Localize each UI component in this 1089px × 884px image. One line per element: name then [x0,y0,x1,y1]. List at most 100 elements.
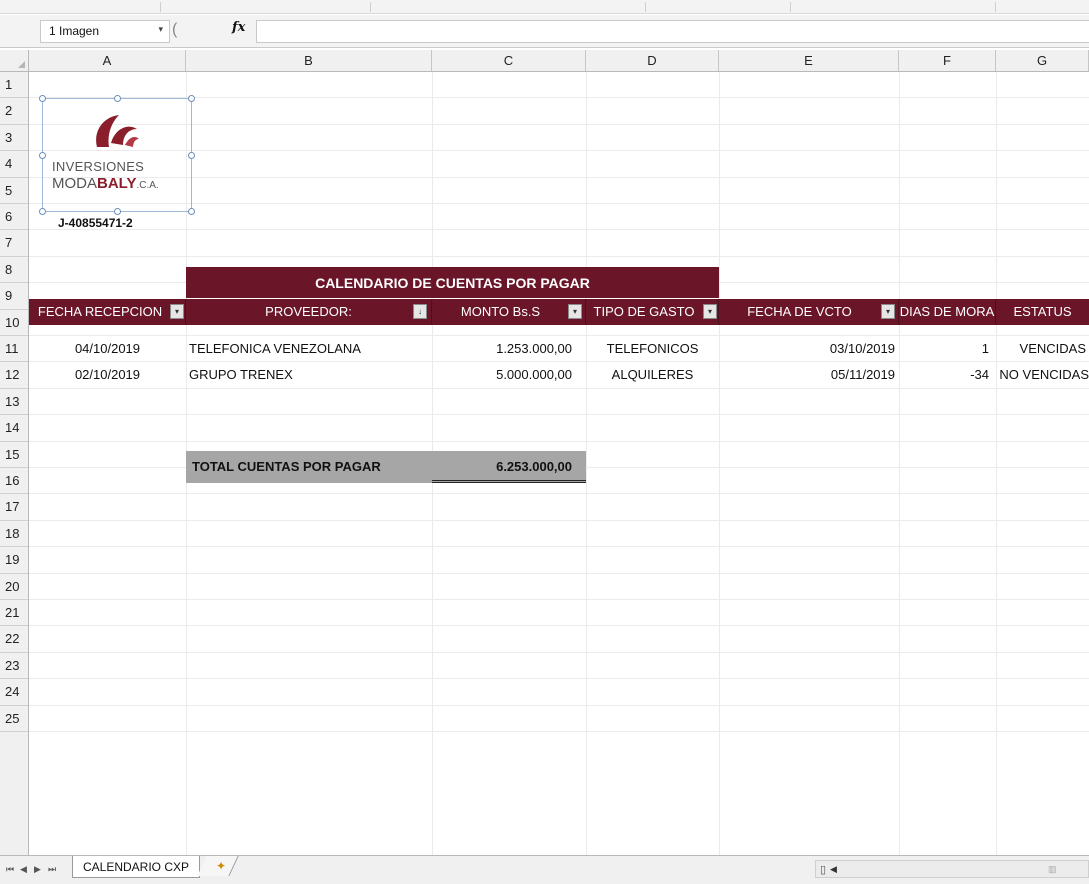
gridline-col [996,72,997,855]
row-header-9[interactable]: 9 [0,283,28,310]
formula-input[interactable] [256,20,1089,43]
cell-f10[interactable]: -34 [899,363,989,387]
row-header-22[interactable]: 22 [0,626,28,653]
row-header-3[interactable]: 3 [0,125,28,152]
row-header-21[interactable]: 21 [0,600,28,627]
sheet-tab-calendario-cxp[interactable]: CALENDARIO CXP [72,856,201,878]
cell-d10[interactable]: ALQUILERES [586,363,719,387]
next-sheet-icon[interactable]: ▶ [34,864,41,875]
resize-handle-ne[interactable] [188,95,195,102]
header-tipo-gasto[interactable]: TIPO DE GASTO ▾ [586,299,719,325]
total-value-cell[interactable]: 6.253.000,00 [432,451,586,483]
header-label: FECHA DE VCTO [747,304,852,319]
row-header-6[interactable]: 6 [0,204,28,231]
scroll-left-icon[interactable]: ◀ [830,864,837,875]
name-box[interactable]: 1 Imagen ▾ [40,20,170,43]
gridline-col [586,72,587,855]
column-header-f[interactable]: F [899,50,996,71]
table-title-banner[interactable]: CALENDARIO DE CUENTAS POR PAGAR [186,267,719,298]
cell-b9[interactable]: TELEFONICA VENEZOLANA [189,337,432,361]
cell-c9[interactable]: 1.253.000,00 [432,337,572,361]
gridline-row [29,493,1089,495]
first-sheet-icon[interactable]: ⏮ [6,864,14,875]
filter-dropdown-icon[interactable]: ▾ [568,304,582,319]
row-header-13[interactable]: 13 [0,389,28,416]
horizontal-scrollbar[interactable]: ▯ ◀ ▥ [815,860,1089,878]
row-header-25[interactable]: 25 [0,706,28,732]
gridline-row [29,414,1089,416]
filter-dropdown-icon[interactable]: ▾ [881,304,895,319]
resize-handle-e[interactable] [188,152,195,159]
gridline-col [719,72,720,855]
gridline-row [29,255,1089,257]
cell-a9[interactable]: 04/10/2019 [29,337,186,361]
column-header-g[interactable]: G [996,50,1089,71]
filter-dropdown-icon[interactable]: ▾ [703,304,717,319]
row-header-11[interactable]: 11 [0,336,28,363]
filter-dropdown-icon[interactable]: ▾ [170,304,184,319]
cell-f9[interactable]: 1 [899,337,989,361]
gridline-row [29,387,1089,389]
split-handle-icon[interactable]: ▯ [820,863,826,876]
header-label: TIPO DE GASTO [593,304,695,319]
row-header-19[interactable]: 19 [0,547,28,574]
cell-g10[interactable]: NO VENCIDAS [986,363,1089,387]
row-header-16[interactable]: 16 [0,468,28,495]
gridline-row [29,678,1089,680]
row-header-8[interactable]: 8 [0,257,28,284]
header-estatus[interactable]: ESTATUS [996,299,1089,325]
last-sheet-icon[interactable]: ⏭ [48,864,56,875]
resize-handle-nw[interactable] [39,95,46,102]
row-header-17[interactable]: 17 [0,494,28,521]
header-label: FECHA RECEPCION [37,304,163,319]
cell-a10[interactable]: 02/10/2019 [29,363,186,387]
row-header-4[interactable]: 4 [0,151,28,178]
insert-sheet-icon[interactable]: ✦ [216,859,226,873]
cell-c10[interactable]: 5.000.000,00 [432,363,572,387]
cell-b10[interactable]: GRUPO TRENEX [189,363,432,387]
resize-handle-w[interactable] [39,152,46,159]
header-fecha-recepcion[interactable]: FECHA RECEPCION ▾ [29,299,186,325]
row-header-14[interactable]: 14 [0,415,28,442]
scroll-thumb-icon[interactable]: ▥ [1048,864,1057,875]
row-header-15[interactable]: 15 [0,442,28,468]
row-header-20[interactable]: 20 [0,574,28,600]
row-header-1[interactable]: 1 [0,72,28,99]
resize-handle-sw[interactable] [39,208,46,215]
total-label-cell[interactable]: TOTAL CUENTAS POR PAGAR [186,451,432,483]
resize-handle-se[interactable] [188,208,195,215]
row-header-18[interactable]: 18 [0,521,28,548]
header-dias-mora[interactable]: DIAS DE MORA [899,299,996,325]
row-header-2[interactable]: 2 [0,98,28,125]
resize-handle-n[interactable] [114,95,121,102]
row-header-7[interactable]: 7 [0,230,28,257]
cell-g9[interactable]: VENCIDAS [996,337,1086,361]
header-monto[interactable]: MONTO Bs.S ▾ [432,299,586,325]
chevron-down-icon[interactable]: ▾ [158,24,163,35]
row-header-10[interactable]: 10 [0,310,28,336]
select-all-button[interactable] [0,50,29,71]
column-header-b[interactable]: B [186,50,432,71]
column-header-a[interactable]: A [29,50,186,71]
resize-handle-s[interactable] [114,208,121,215]
gridline-row [29,651,1089,653]
column-header-d[interactable]: D [586,50,719,71]
cell-e9[interactable]: 03/10/2019 [719,337,895,361]
prev-sheet-icon[interactable]: ◀ [20,864,27,875]
row-header-12[interactable]: 12 [0,362,28,389]
formula-bar: 1 Imagen ▾ ( fx [0,15,1089,48]
header-proveedor[interactable]: PROVEEDOR: ↓ [186,299,432,325]
company-logo-image[interactable]: INVERSIONES MODABALY.C.A. [39,95,195,215]
column-headers: A B C D E F G [0,50,1089,72]
column-header-c[interactable]: C [432,50,586,71]
cell-d9[interactable]: TELEFONICOS [586,337,719,361]
row-header-24[interactable]: 24 [0,679,28,706]
row-header-5[interactable]: 5 [0,178,28,204]
sort-filter-icon[interactable]: ↓ [413,304,427,319]
column-header-e[interactable]: E [719,50,899,71]
header-fecha-vcto[interactable]: FECHA DE VCTO ▾ [719,299,899,325]
row-header-23[interactable]: 23 [0,653,28,680]
insert-function-icon[interactable]: fx [232,20,245,35]
company-rif: J-40855471-2 [58,216,133,230]
cell-e10[interactable]: 05/11/2019 [719,363,895,387]
